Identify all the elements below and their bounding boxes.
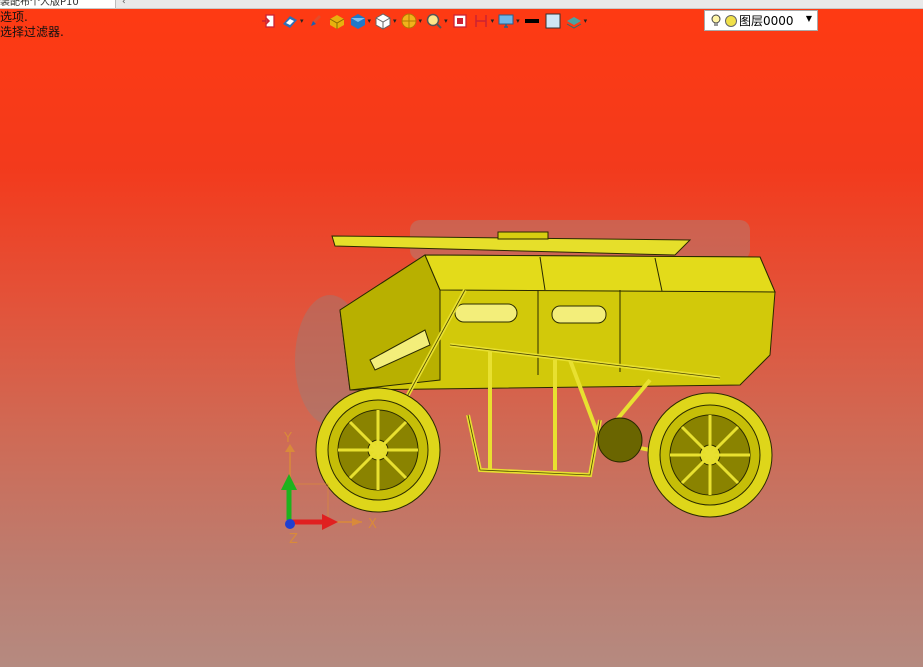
box-top-band [424, 254, 776, 293]
z-axis-label: Z [289, 532, 298, 547]
front-wheel [315, 387, 441, 513]
x-axis-label: X [368, 517, 377, 532]
side-window-rear [551, 305, 607, 324]
chainring [597, 417, 643, 463]
side-window-front [454, 303, 518, 323]
tricycle-model[interactable] [315, 231, 776, 518]
box-front-panel [339, 254, 441, 391]
y-axis-label: Y [283, 431, 292, 446]
3d-viewport[interactable]: Y X Z [0, 0, 923, 667]
rear-wheel [647, 392, 773, 518]
